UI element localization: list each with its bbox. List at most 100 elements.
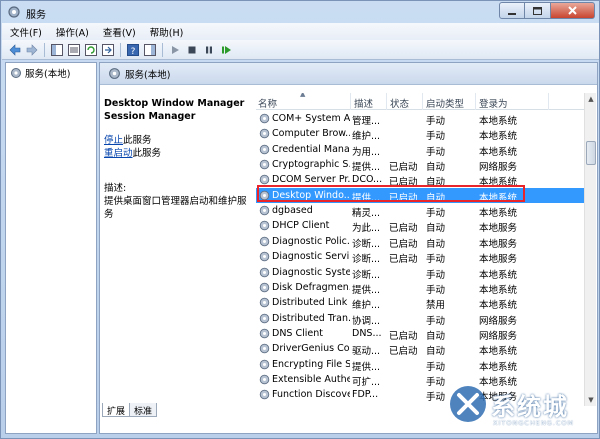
table-row[interactable]: Computer Brow... 维护... 手动 本地系统 (256, 126, 584, 143)
cell-log-on-as: 本地服务 (479, 392, 518, 404)
service-gear-icon (259, 313, 270, 323)
maximize-button[interactable] (525, 2, 551, 19)
table-row[interactable]: dgbased 精灵... 手动 本地系统 (256, 203, 584, 219)
restart-service-link[interactable]: 重启动 (104, 148, 133, 159)
cell-name: DHCP Client (272, 220, 330, 232)
cell-startup-type: 手动 (426, 376, 446, 388)
restart-service-button[interactable] (219, 43, 233, 57)
cell-description: 维护... (352, 131, 381, 143)
scroll-up-icon[interactable]: ▲ (585, 93, 597, 105)
description-text: 提供桌面窗口管理器启动和维护服务 (104, 196, 247, 220)
cell-log-on-as: 本地系统 (479, 116, 518, 127)
menu-file[interactable]: 文件(F) (10, 25, 42, 39)
cell-status: 已启动 (389, 192, 418, 204)
column-header-name[interactable]: 名称 (258, 96, 277, 110)
table-row[interactable]: DNS Client DNS... 已启动 自动 网络服务 (256, 326, 584, 342)
scroll-thumb[interactable] (586, 141, 596, 165)
stop-service-link[interactable]: 停止 (104, 135, 123, 146)
export-list-button[interactable] (101, 43, 115, 57)
cell-startup-type: 手动 (426, 131, 446, 143)
service-gear-icon (259, 159, 270, 170)
service-gear-icon (259, 343, 270, 354)
cell-startup-type: 手动 (426, 361, 446, 373)
column-header-log-on-as[interactable]: 登录为 (479, 96, 508, 110)
column-header-status[interactable]: 状态 (390, 96, 409, 110)
table-row[interactable]: DCOM Server Pr... DCO... 已启动 自动 本地系统 (256, 172, 584, 189)
column-divider[interactable] (422, 93, 423, 110)
cell-name: Diagnostic Servi... (272, 251, 350, 263)
cell-description: 提供... (352, 284, 381, 296)
cell-log-on-as: 本地系统 (479, 346, 518, 358)
cell-name: Desktop Windo... (272, 189, 350, 201)
cell-name: Credential Mana... (272, 143, 350, 155)
table-row[interactable]: Diagnostic Syste...诊断... 手动 本地系统 (256, 265, 584, 281)
service-gear-icon (259, 236, 270, 247)
cell-name: DriverGenius Co... (272, 343, 350, 355)
close-icon (568, 6, 577, 15)
stop-service-button[interactable] (185, 43, 199, 57)
cell-status: 已启动 (389, 238, 418, 250)
service-title-line-2: Session Manager (104, 111, 196, 122)
service-gear-icon (259, 359, 270, 369)
back-button[interactable] (8, 43, 22, 57)
cell-log-on-as: 本地系统 (479, 177, 518, 189)
service-gear-icon (259, 175, 270, 185)
cell-name: DNS Client (272, 327, 323, 339)
view-tabs: 扩展 标准 (102, 403, 158, 417)
column-divider[interactable] (548, 93, 549, 110)
column-divider[interactable] (386, 93, 387, 110)
menu-help[interactable]: 帮助(H) (150, 25, 184, 39)
show-hide-tree-button[interactable] (50, 43, 64, 57)
table-row[interactable]: Distributed Tran... 协调... 手动 网络服务 (256, 311, 584, 327)
tab-extended[interactable]: 扩展 (102, 403, 131, 417)
play-icon (172, 45, 179, 54)
cell-name: Diagnostic Syste... (272, 266, 350, 278)
cell-name: Extensible Authe... (272, 373, 350, 385)
cell-startup-type: 自动 (426, 162, 446, 174)
minimize-button[interactable] (499, 2, 525, 19)
table-row[interactable]: Diagnostic Servi... 诊断... 已启动 手动 本地服务 (256, 249, 584, 265)
column-divider[interactable] (475, 93, 476, 110)
menu-action[interactable]: 操作(A) (56, 25, 89, 39)
table-row[interactable]: DriverGenius Co... 驱动... 已启动 自动 本地系统 (256, 341, 584, 358)
table-row[interactable]: Diagnostic Polic... 诊断... 已启动 自动 本地服务 (256, 234, 584, 250)
refresh-button[interactable] (84, 43, 98, 57)
help-button[interactable]: ? (126, 43, 140, 57)
table-row[interactable]: Distributed Link ...维护... 禁用 本地系统 (256, 295, 584, 312)
table-row[interactable]: Desktop Windo... 提供... 已启动 自动 本地系统 (256, 187, 584, 204)
cell-status: 已启动 (389, 177, 418, 189)
table-row[interactable]: Cryptographic S... 提供... 已启动 自动 网络服务 (256, 157, 584, 174)
stop-action-suffix: 此服务 (123, 135, 152, 146)
pause-service-button[interactable] (202, 43, 216, 57)
services-window: 服务 文件(F) 操作(A) 查看(V) 帮助(H) ? 服务(本地) 服务(本… (0, 0, 600, 439)
tree-item-services-local[interactable]: 服务(本地) (10, 66, 70, 80)
cell-name: COM+ System A... (272, 113, 350, 124)
cell-description: 为用... (352, 146, 381, 158)
table-row[interactable]: Encrypting File S...提供... 手动 本地系统 (256, 357, 584, 373)
forward-button[interactable] (25, 43, 39, 57)
cell-log-on-as: 网络服务 (479, 162, 518, 174)
cell-startup-type: 手动 (426, 392, 446, 404)
column-header-description[interactable]: 描述 (354, 96, 373, 110)
cell-log-on-as: 本地系统 (479, 146, 518, 158)
scroll-down-icon[interactable]: ▼ (585, 394, 597, 406)
properties-button[interactable] (67, 43, 81, 57)
table-row[interactable]: DHCP Client 为此... 已启动 自动 本地服务 (256, 218, 584, 234)
menu-view[interactable]: 查看(V) (103, 25, 136, 39)
column-divider[interactable] (350, 93, 351, 110)
sort-ascending-icon: ▲ (300, 93, 306, 98)
show-action-pane-button[interactable] (143, 43, 157, 57)
tab-standard[interactable]: 标准 (129, 403, 158, 417)
column-header-startup-type[interactable]: 启动类型 (426, 96, 464, 110)
vertical-scrollbar[interactable]: ▲ ▼ (584, 93, 596, 406)
cell-log-on-as: 本地系统 (479, 300, 518, 312)
title-bar[interactable]: 服务 (1, 1, 600, 23)
table-row[interactable]: Function Discove...FDP... 手动 本地服务 (256, 387, 584, 404)
cell-description: DNS... (352, 327, 382, 339)
close-button[interactable] (551, 2, 595, 19)
start-service-button[interactable] (168, 43, 182, 57)
table-row[interactable]: COM+ System A...管理... 手动 本地系统 (256, 111, 584, 127)
table-row[interactable]: Credential Mana...为用... 手动 本地系统 (256, 142, 584, 158)
table-row[interactable]: Extensible Authe...可扩... 手动 本地系统 (256, 372, 584, 388)
table-row[interactable]: Disk Defragmen... 提供... 手动 本地系统 (256, 280, 584, 296)
